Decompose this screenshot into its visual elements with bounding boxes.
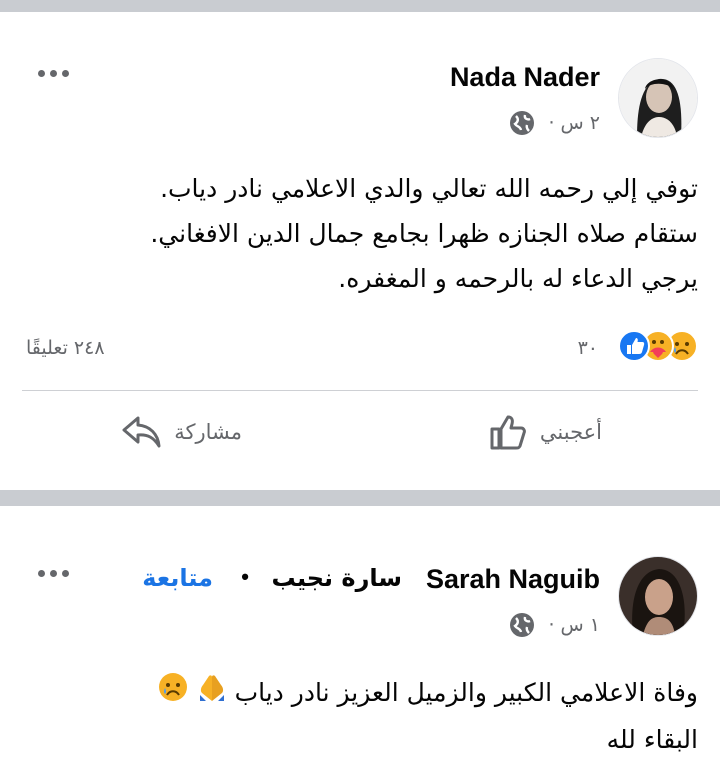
- avatar[interactable]: [618, 556, 698, 636]
- separator-dot: •: [241, 564, 249, 589]
- like-label: أعجبني: [539, 420, 602, 444]
- share-button[interactable]: مشاركة: [120, 414, 242, 450]
- actions-divider: [22, 390, 698, 391]
- globe-icon: [509, 110, 535, 140]
- avatar[interactable]: [618, 58, 698, 138]
- post-body: وفاة الاعلامي الكبير والزميل العزيز نادر…: [22, 670, 698, 762]
- thumbs-up-icon: [490, 415, 526, 450]
- reaction-count[interactable]: ٣٠: [578, 337, 598, 359]
- share-label: مشاركة: [174, 420, 242, 444]
- post-time-label: ١ س: [560, 614, 600, 636]
- post-card: Nada Nader ٢ س · توفي إلي رحمه الله تعال…: [0, 12, 720, 490]
- avatar-photo: [619, 59, 697, 137]
- post-body-line: يرجي الدعاء له بالرحمه و المغفره.: [338, 264, 698, 293]
- folded-hands-icon: [197, 672, 227, 717]
- more-options-icon[interactable]: [38, 70, 69, 77]
- comment-count[interactable]: ٢٤٨ تعليقًا: [26, 337, 105, 359]
- post-time[interactable]: ١ س ·: [548, 614, 600, 636]
- avatar-photo: [619, 557, 697, 635]
- like-reaction-icon: [618, 330, 650, 366]
- post-author-name-arabic[interactable]: سارة نجيب: [272, 564, 402, 592]
- follow-link[interactable]: متابعة: [142, 564, 213, 592]
- post-body: توفي إلي رحمه الله تعالي والدي الاعلامي …: [22, 166, 698, 301]
- more-options-icon[interactable]: [38, 570, 69, 577]
- feed-divider-top: [0, 0, 720, 12]
- feed-divider: [0, 490, 720, 506]
- post-time[interactable]: ٢ س ·: [548, 112, 600, 134]
- post-body-line: ستقام صلاه الجنازه ظهرا بجامع جمال الدين…: [150, 219, 698, 248]
- like-button[interactable]: أعجبني: [488, 412, 602, 452]
- globe-icon: [509, 612, 535, 642]
- post-author-name[interactable]: Sarah Naguib: [426, 564, 600, 595]
- post-author-name[interactable]: Nada Nader: [450, 62, 600, 93]
- sad-face-icon: [157, 671, 189, 717]
- reactions-summary[interactable]: [618, 330, 698, 366]
- share-icon: [122, 416, 161, 448]
- post-body-line: وفاة الاعلامي الكبير والزميل العزيز نادر…: [22, 670, 698, 717]
- post-card: Sarah Naguib سارة نجيب • متابعة ١ س · وف…: [0, 506, 720, 781]
- post-time-label: ٢ س: [560, 112, 600, 134]
- post-body-line: توفي إلي رحمه الله تعالي والدي الاعلامي …: [160, 174, 698, 203]
- post-body-line: البقاء لله: [606, 725, 698, 754]
